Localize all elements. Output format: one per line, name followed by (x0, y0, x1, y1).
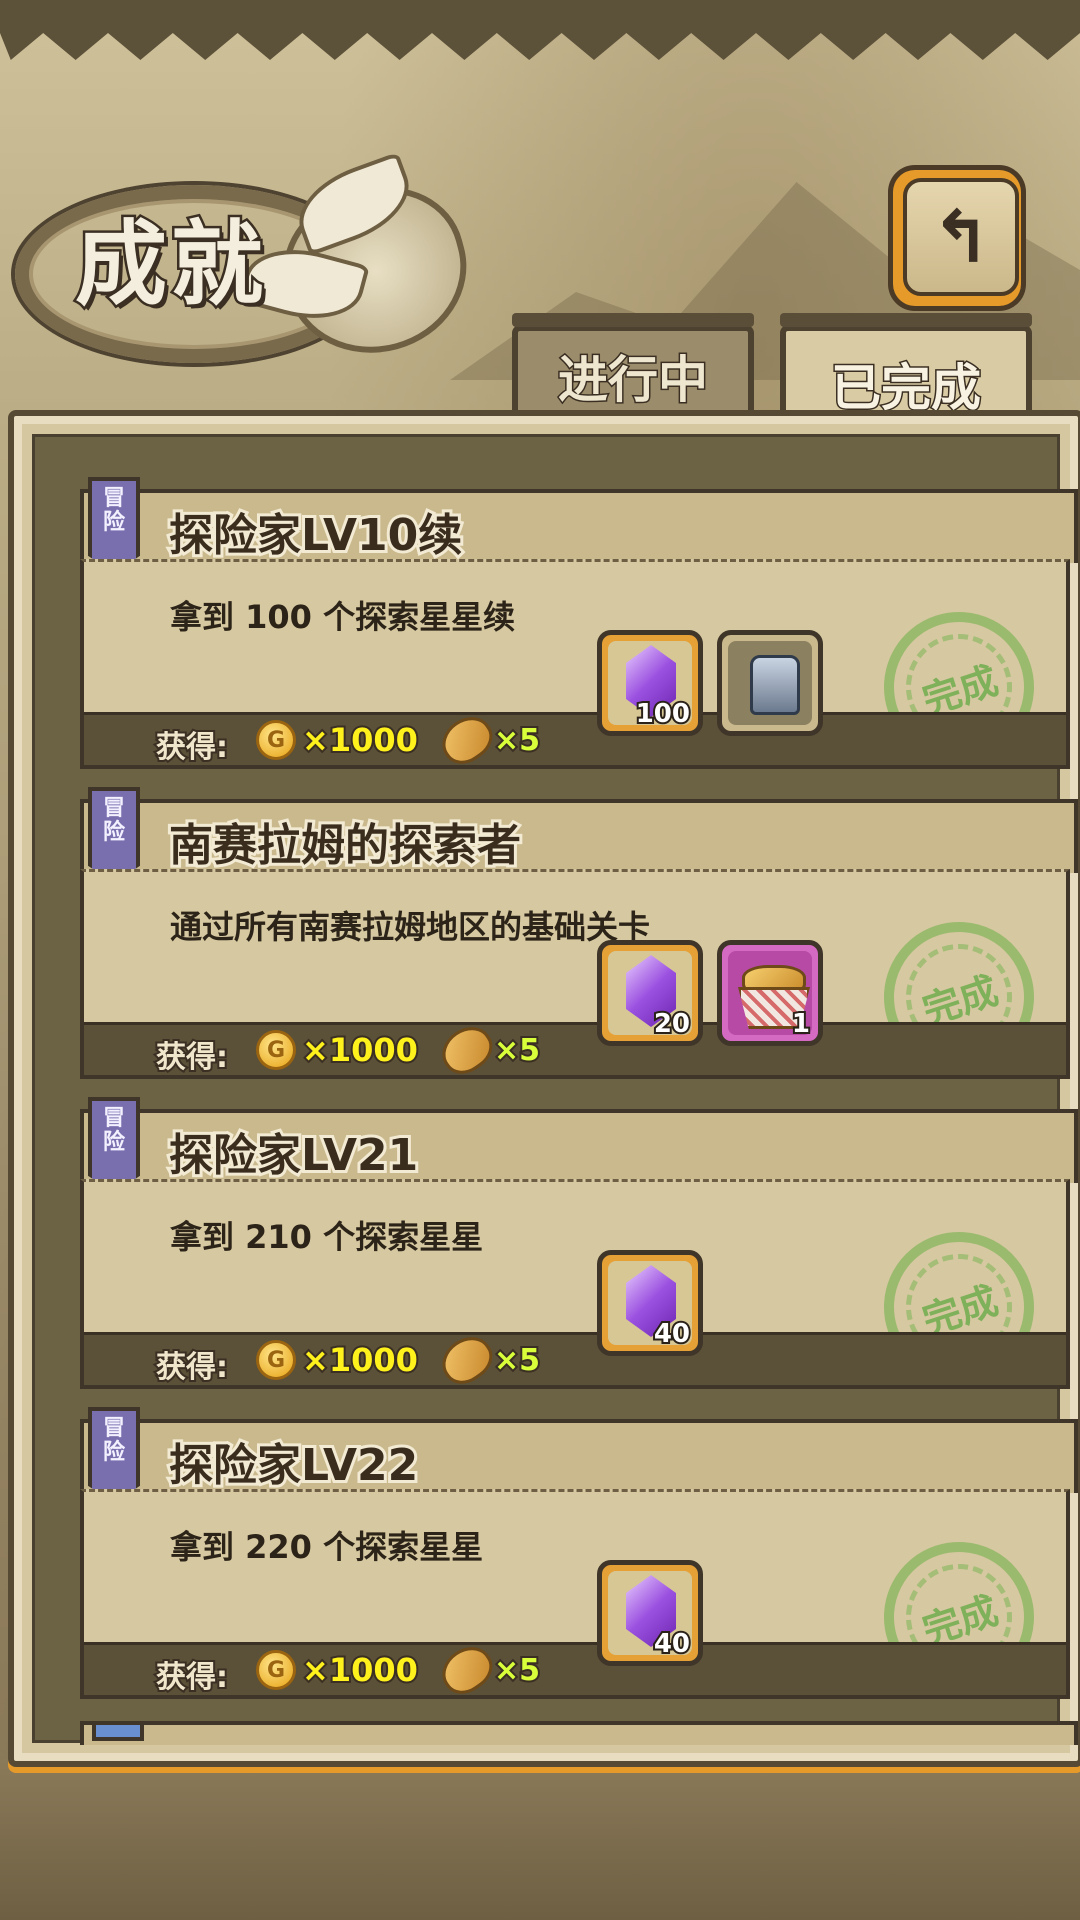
achievement-description: 拿到 220 个探索星星 (170, 1528, 484, 1566)
gold-coin-icon: G (256, 1030, 296, 1070)
bread-icon (433, 1327, 501, 1393)
reward-bar: 获得: G ×1000 ×5 (84, 707, 1066, 773)
card-body: 通过所有南赛拉姆地区的基础关卡 完成 获得: G ×1000 ×5 20 1 (80, 869, 1070, 1092)
reward-item-gem[interactable]: 40 (597, 1560, 703, 1666)
bread-amount: ×5 (492, 1341, 542, 1380)
bread-icon (433, 707, 501, 773)
achievement-description: 拿到 210 个探索星星 (170, 1218, 484, 1256)
reward-item-gem[interactable]: 100 (597, 630, 703, 736)
next-card-peek (80, 1721, 1078, 1745)
card-header: 探险家LV22 (80, 1419, 1078, 1494)
card-body: 拿到 220 个探索星星 完成 获得: G ×1000 ×5 40 (80, 1489, 1070, 1712)
bread-amount: ×5 (492, 1031, 542, 1070)
bread-icon (433, 1017, 501, 1083)
achievement-card: 南赛拉姆的探索者 冒险 通过所有南赛拉姆地区的基础关卡 完成 获得: G ×10… (80, 787, 1078, 1092)
gold-coin-icon: G (256, 720, 296, 760)
tab-label: 已完成 (830, 357, 983, 418)
achievement-card: 探险家LV10续 冒险 拿到 100 个探索星星续 完成 获得: G ×1000… (80, 477, 1078, 782)
reward-label: 获得: (154, 1038, 230, 1077)
gold-coin-icon: G (256, 1340, 296, 1380)
item-count: 20 (652, 1007, 692, 1041)
reward-item-gem[interactable]: 40 (597, 1250, 703, 1356)
reward-bar: 获得: G ×1000 ×5 (84, 1327, 1066, 1393)
reward-label: 获得: (154, 728, 230, 767)
coin-amount: ×1000 (300, 1339, 420, 1381)
achievement-panel: 探险家LV10续 冒险 拿到 100 个探索星星续 完成 获得: G ×1000… (8, 410, 1080, 1767)
reward-label: 获得: (154, 1658, 230, 1697)
coin-amount: ×1000 (300, 719, 420, 761)
bread-amount: ×5 (492, 1651, 542, 1690)
bread-amount: ×5 (492, 721, 542, 760)
coin-amount: ×1000 (300, 1649, 420, 1691)
achievement-title: 探险家LV22 (166, 1437, 421, 1494)
card-body: 拿到 100 个探索星星续 完成 获得: G ×1000 ×5 100 (80, 559, 1070, 782)
helmet-icon (750, 655, 800, 715)
item-count: 1 (790, 1007, 812, 1041)
card-header: 探险家LV10续 (80, 489, 1078, 564)
item-count: 100 (634, 697, 692, 731)
page-title: 成就 (72, 209, 268, 321)
achievement-card: 探险家LV21 冒险 拿到 210 个探索星星 完成 获得: G ×1000 ×… (80, 1097, 1078, 1402)
reward-item-bread-basket[interactable]: 1 (717, 940, 823, 1046)
achievement-title: 南赛拉姆的探索者 (166, 817, 524, 874)
card-header: 南赛拉姆的探索者 (80, 799, 1078, 874)
achievement-list[interactable]: 探险家LV10续 冒险 拿到 100 个探索星星续 完成 获得: G ×1000… (32, 434, 1078, 1745)
card-header: 探险家LV21 (80, 1109, 1078, 1184)
reward-label: 获得: (154, 1348, 230, 1387)
bread-icon (433, 1637, 501, 1703)
coin-amount: ×1000 (300, 1029, 420, 1071)
reward-item-gem[interactable]: 20 (597, 940, 703, 1046)
title-badge: 成就 (15, 151, 485, 373)
achievement-description: 拿到 100 个探索星星续 (170, 598, 516, 636)
item-count: 40 (652, 1317, 692, 1351)
category-badge (92, 1721, 144, 1741)
bottom-band (0, 1760, 1080, 1920)
reward-bar: 获得: G ×1000 ×5 (84, 1017, 1066, 1083)
achievement-card: 探险家LV22 冒险 拿到 220 个探索星星 完成 获得: G ×1000 ×… (80, 1407, 1078, 1712)
back-arrow-icon: ↰ (903, 178, 1019, 296)
reward-item-helmet[interactable] (717, 630, 823, 736)
card-body: 拿到 210 个探索星星 完成 获得: G ×1000 ×5 40 (80, 1179, 1070, 1402)
tab-label: 进行中 (557, 350, 710, 411)
reward-bar: 获得: G ×1000 ×5 (84, 1637, 1066, 1703)
back-button[interactable]: ↰ (893, 170, 1021, 306)
gold-coin-icon: G (256, 1650, 296, 1690)
item-count: 40 (652, 1627, 692, 1661)
achievement-title: 探险家LV10续 (166, 507, 465, 564)
achievement-title: 探险家LV21 (166, 1127, 421, 1184)
achievement-description: 通过所有南赛拉姆地区的基础关卡 (170, 908, 651, 946)
